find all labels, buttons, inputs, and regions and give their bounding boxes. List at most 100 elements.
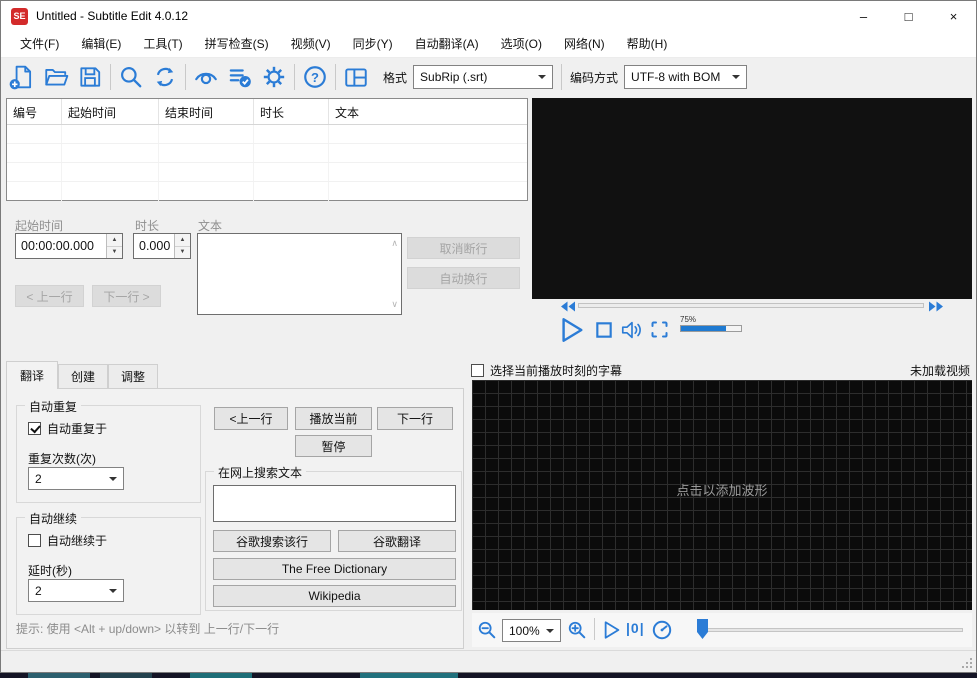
google-search-button[interactable]: 谷歌搜索该行 bbox=[213, 530, 331, 552]
menu-sync[interactable]: 同步(Y) bbox=[342, 31, 404, 57]
zoom-in-icon[interactable] bbox=[567, 620, 587, 640]
wikipedia-button[interactable]: Wikipedia bbox=[213, 585, 456, 607]
save-file-button[interactable] bbox=[73, 61, 107, 93]
waveform-panel[interactable]: 点击以添加波形 bbox=[472, 380, 972, 610]
menu-auto-translate[interactable]: 自动翻译(A) bbox=[404, 31, 490, 57]
volume-slider[interactable] bbox=[680, 325, 742, 332]
column-header-text[interactable]: 文本 bbox=[329, 99, 527, 124]
google-translate-button[interactable]: 谷歌翻译 bbox=[338, 530, 456, 552]
duration-value: 0.000 bbox=[139, 239, 171, 253]
toolbar-separator bbox=[110, 64, 111, 90]
menu-video[interactable]: 视频(V) bbox=[280, 31, 342, 57]
waveform-zoom-value: 100% bbox=[509, 623, 540, 638]
seek-back-icon[interactable] bbox=[560, 301, 576, 312]
minimize-button[interactable]: – bbox=[841, 1, 886, 31]
maximize-button[interactable]: □ bbox=[886, 1, 931, 31]
seek-track[interactable] bbox=[578, 303, 924, 308]
spin-up-icon[interactable]: ▲ bbox=[107, 234, 122, 247]
waveform-play-icon[interactable] bbox=[602, 620, 622, 640]
encoding-combobox[interactable]: UTF-8 with BOM bbox=[624, 65, 748, 89]
tab-adjust[interactable]: 调整 bbox=[108, 364, 159, 389]
repeat-count-label: 重复次数(次) bbox=[28, 452, 96, 466]
new-file-button[interactable] bbox=[5, 61, 39, 93]
subtitle-text-area[interactable]: ∧ ∨ bbox=[197, 233, 402, 315]
tab-create[interactable]: 创建 bbox=[58, 364, 109, 389]
cell bbox=[159, 125, 254, 143]
zoom-out-icon[interactable] bbox=[477, 620, 497, 640]
pause-button[interactable]: 暂停 bbox=[295, 435, 372, 457]
close-button[interactable]: × bbox=[931, 1, 976, 31]
menu-options[interactable]: 选项(O) bbox=[490, 31, 553, 57]
column-header-number[interactable]: 编号 bbox=[7, 99, 62, 124]
replace-button[interactable] bbox=[148, 61, 182, 93]
next-line-button[interactable]: 下一行 bbox=[377, 407, 453, 430]
editor-next-line-button[interactable]: 下一行 > bbox=[92, 285, 161, 307]
help-button[interactable]: ? bbox=[298, 61, 332, 93]
menu-file[interactable]: 文件(F) bbox=[9, 31, 70, 57]
menu-edit[interactable]: 编辑(E) bbox=[70, 31, 132, 57]
speaker-icon[interactable] bbox=[620, 318, 644, 342]
free-dictionary-button[interactable]: The Free Dictionary bbox=[213, 558, 456, 580]
editor-prev-line-button[interactable]: < 上一行 bbox=[15, 285, 84, 307]
auto-break-button[interactable]: 自动换行 bbox=[407, 267, 520, 289]
layout-button[interactable] bbox=[339, 61, 373, 93]
cell bbox=[329, 125, 527, 143]
stop-icon[interactable] bbox=[594, 320, 614, 340]
cell bbox=[329, 163, 527, 181]
waveform-placeholder: 点击以添加波形 bbox=[676, 483, 768, 498]
scroll-up-icon[interactable]: ∧ bbox=[391, 238, 398, 249]
visual-sync-button[interactable] bbox=[189, 61, 223, 93]
table-row bbox=[7, 125, 527, 144]
chevron-down-icon bbox=[732, 75, 741, 83]
save-icon bbox=[80, 67, 101, 87]
desktop-strip bbox=[0, 673, 977, 678]
column-header-end-time[interactable]: 结束时间 bbox=[159, 99, 254, 124]
play-current-button[interactable]: 播放当前 bbox=[295, 407, 372, 430]
fullscreen-icon[interactable] bbox=[649, 319, 670, 340]
resize-grip[interactable] bbox=[961, 657, 974, 670]
waveform-zoom-combobox[interactable]: 100% bbox=[502, 619, 561, 642]
column-header-start-time[interactable]: 起始时间 bbox=[62, 99, 159, 124]
select-current-subtitle-checkbox[interactable] bbox=[471, 364, 484, 377]
video-display[interactable] bbox=[532, 98, 972, 299]
play-one-second-icon[interactable]: |0| bbox=[626, 620, 645, 636]
menu-tools[interactable]: 工具(T) bbox=[132, 31, 193, 57]
seek-forward-icon[interactable] bbox=[928, 301, 944, 312]
start-time-spinner[interactable]: 00:00:00.000 ▲ ▼ bbox=[15, 233, 123, 259]
settings-button[interactable] bbox=[257, 61, 291, 93]
menu-network[interactable]: 网络(N) bbox=[553, 31, 616, 57]
chevron-down-icon bbox=[109, 588, 117, 597]
spin-up-icon[interactable]: ▲ bbox=[175, 234, 190, 247]
menu-help[interactable]: 帮助(H) bbox=[616, 31, 679, 57]
open-file-button[interactable] bbox=[39, 61, 73, 93]
duration-spinner[interactable]: 0.000 ▲ ▼ bbox=[133, 233, 191, 259]
waveform-position-track[interactable] bbox=[706, 628, 963, 632]
repeat-count-combobox[interactable]: 2 bbox=[28, 467, 124, 490]
web-search-input[interactable] bbox=[213, 485, 456, 522]
spinner-buttons: ▲ ▼ bbox=[106, 234, 122, 258]
table-row bbox=[7, 144, 527, 163]
spin-down-icon[interactable]: ▼ bbox=[175, 246, 190, 258]
spell-check-button[interactable] bbox=[223, 61, 257, 93]
delay-combobox[interactable]: 2 bbox=[28, 579, 124, 602]
scroll-down-icon[interactable]: ∨ bbox=[391, 299, 398, 310]
app-icon: SE bbox=[11, 7, 28, 25]
auto-continue-checkbox[interactable] bbox=[28, 534, 41, 547]
tab-translate[interactable]: 翻译 bbox=[6, 361, 59, 389]
column-header-duration[interactable]: 时长 bbox=[254, 99, 329, 124]
subtitle-editor-panel: 起始时间 时长 文本 00:00:00.000 ▲ ▼ 0.000 ▲ ▼ ∧ ∨ … bbox=[6, 211, 528, 351]
unbreak-button[interactable]: 取消断行 bbox=[407, 237, 520, 259]
format-combobox[interactable]: SubRip (.srt) bbox=[413, 65, 554, 89]
select-current-subtitle-label: 选择当前播放时刻的字幕 bbox=[490, 364, 623, 378]
desktop-fragment bbox=[360, 673, 458, 678]
subtitle-list-view: 编号 起始时间 结束时间 时长 文本 bbox=[6, 98, 528, 201]
prev-line-button[interactable]: <上一行 bbox=[214, 407, 288, 430]
play-icon[interactable] bbox=[558, 316, 586, 344]
speed-gauge-icon[interactable] bbox=[651, 619, 673, 641]
waveform-position-thumb[interactable] bbox=[697, 619, 708, 639]
menu-spellcheck[interactable]: 拼写检查(S) bbox=[194, 31, 280, 57]
auto-continue-checkbox-row: 自动继续于 bbox=[28, 532, 107, 549]
auto-repeat-checkbox[interactable] bbox=[28, 422, 41, 435]
find-button[interactable] bbox=[114, 61, 148, 93]
spin-down-icon[interactable]: ▼ bbox=[107, 246, 122, 258]
